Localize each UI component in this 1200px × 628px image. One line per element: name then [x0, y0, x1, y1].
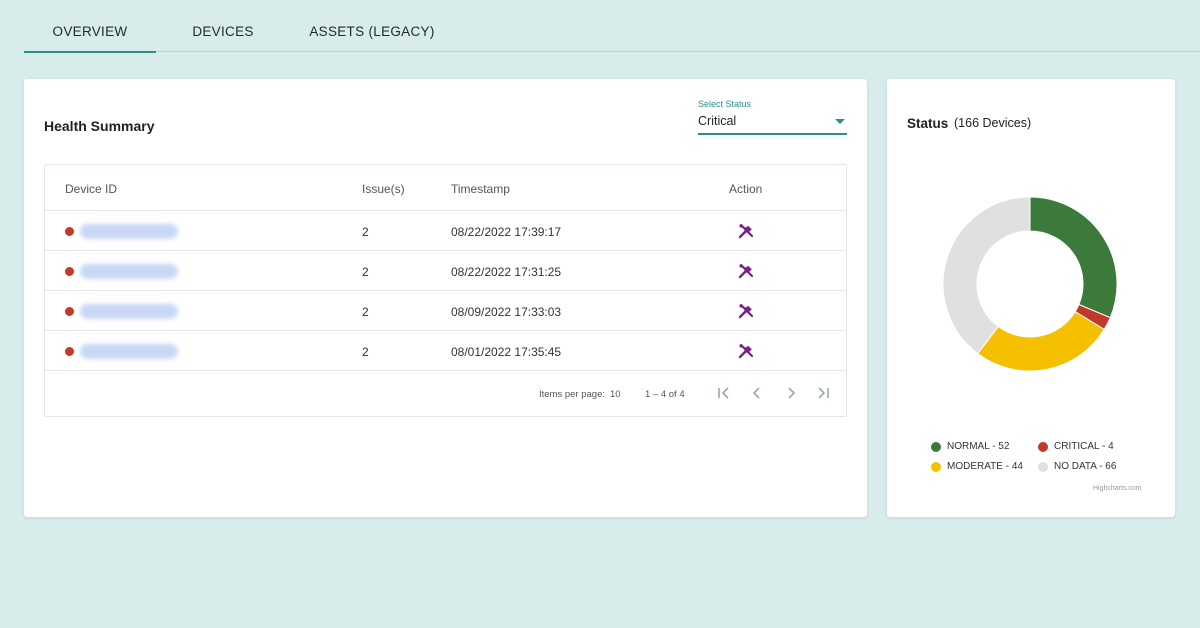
highcharts-credits[interactable]: Highcharts.com	[1093, 485, 1142, 492]
caret-down-icon	[835, 119, 845, 124]
health-summary-card: Health Summary Select Status Critical De…	[24, 79, 867, 517]
legend-label: CRITICAL - 4	[1054, 441, 1114, 452]
timestamp: 08/09/2022 17:33:03	[451, 305, 562, 319]
table-row: 2 08/01/2022 17:35:45	[45, 331, 846, 371]
page-range: 1 – 4 of 4	[645, 389, 685, 400]
tab-devices[interactable]: DEVICES	[168, 0, 278, 52]
status-dot	[65, 347, 74, 356]
prev-page-icon[interactable]	[748, 384, 766, 402]
table-row: 2 08/22/2022 17:39:17	[45, 211, 846, 251]
legend-dot	[931, 462, 941, 472]
status-donut-chart	[942, 196, 1118, 372]
legend-label: NORMAL - 52	[947, 441, 1010, 452]
tab-assets-legacy[interactable]: ASSETS (LEGACY)	[294, 0, 450, 52]
next-page-icon[interactable]	[782, 384, 800, 402]
status-device-count: (166 Devices)	[954, 116, 1032, 130]
wrench-screwdriver-icon[interactable]	[737, 342, 755, 360]
col-issues: Issue(s)	[362, 182, 405, 196]
tab-bar: OVERVIEW DEVICES ASSETS (LEGACY)	[24, 0, 1200, 53]
wrench-screwdriver-icon[interactable]	[737, 262, 755, 280]
status-select[interactable]: Select Status Critical	[698, 97, 847, 135]
timestamp: 08/22/2022 17:31:25	[451, 265, 562, 279]
wrench-screwdriver-icon[interactable]	[737, 302, 755, 320]
table-row: 2 08/09/2022 17:33:03	[45, 291, 846, 331]
legend-dot	[1038, 462, 1048, 472]
issue-count: 2	[362, 305, 369, 319]
health-table: Device ID Issue(s) Timestamp Action 2 08/…	[44, 164, 847, 417]
items-per-page-select[interactable]: 10	[610, 389, 621, 400]
status-select-label: Select Status	[698, 99, 752, 109]
col-device-id: Device ID	[65, 182, 118, 196]
status-dot	[65, 267, 74, 276]
timestamp: 08/22/2022 17:39:17	[451, 225, 562, 239]
last-page-icon[interactable]	[814, 384, 832, 402]
items-per-page-label: Items per page:	[539, 389, 606, 400]
donut-slice-normal[interactable]	[1029, 196, 1118, 319]
donut-slice-no-data[interactable]	[942, 196, 1031, 355]
timestamp: 08/01/2022 17:35:45	[451, 345, 562, 359]
legend-dot	[931, 442, 941, 452]
tab-overview[interactable]: OVERVIEW	[24, 0, 156, 53]
device-id-redacted[interactable]	[80, 304, 178, 319]
status-title: Status	[907, 116, 949, 131]
device-id-redacted[interactable]	[80, 224, 178, 239]
paginator: Items per page: 10 1 – 4 of 4	[45, 371, 846, 417]
status-card: Status (166 Devices) NORMAL - 52 CRITICAL…	[887, 79, 1175, 517]
issue-count: 2	[362, 345, 369, 359]
col-timestamp: Timestamp	[451, 182, 510, 196]
wrench-screwdriver-icon[interactable]	[737, 222, 755, 240]
status-dot	[65, 227, 74, 236]
legend-label: NO DATA - 66	[1054, 461, 1117, 472]
device-id-redacted[interactable]	[80, 264, 178, 279]
table-row: 2 08/22/2022 17:31:25	[45, 251, 846, 291]
donut-slice-moderate[interactable]	[977, 310, 1105, 372]
issue-count: 2	[362, 265, 369, 279]
health-summary-title: Health Summary	[44, 118, 155, 134]
device-id-redacted[interactable]	[80, 344, 178, 359]
issue-count: 2	[362, 225, 369, 239]
first-page-icon[interactable]	[715, 384, 733, 402]
status-dot	[65, 307, 74, 316]
legend-label: MODERATE - 44	[947, 461, 1023, 472]
col-action: Action	[729, 182, 763, 196]
table-header: Device ID Issue(s) Timestamp Action	[45, 165, 846, 211]
legend-dot	[1038, 442, 1048, 452]
status-select-value: Critical	[698, 114, 737, 128]
